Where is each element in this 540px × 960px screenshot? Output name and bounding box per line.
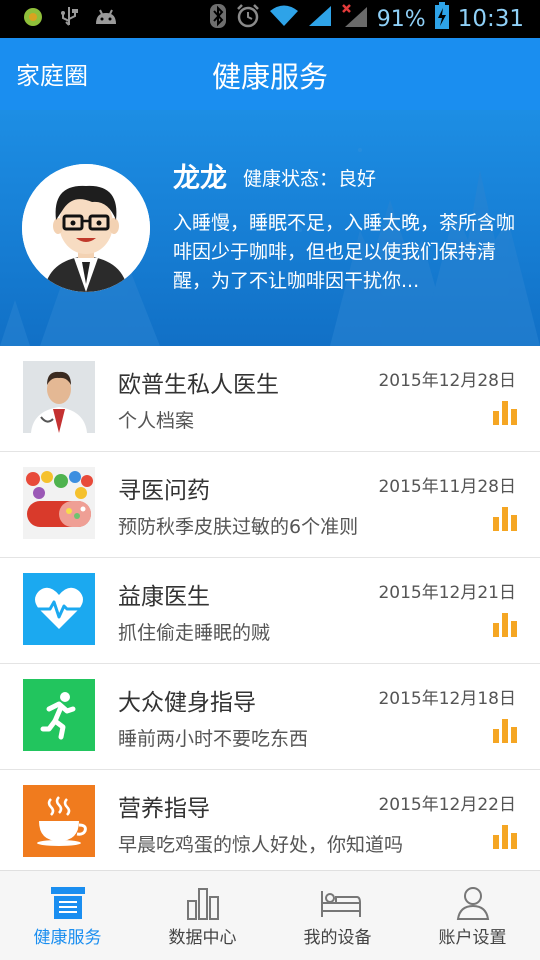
title-bar: 家庭圈 健康服务 [0,38,540,110]
tab-label: 账户设置 [438,928,507,948]
list-item-fitness-guide[interactable]: 大众健身指导 2015年12月18日 睡前两小时不要吃东西 [0,664,540,770]
bar-chart-icon[interactable] [492,401,518,425]
item-subtitle: 早晨吃鸡蛋的惊人好处，你知道吗 [118,834,404,856]
bottom-nav: 健康服务 数据中心 我的设备 账户设置 [0,870,540,960]
bed-icon [319,885,361,921]
running-man-icon [23,679,95,751]
profile-banner: 龙龙 健康状态： 良好 入睡慢，睡眠不足，入睡太晚，茶所含咖啡因少于咖啡，但也足… [0,110,540,346]
alarm-icon [235,3,261,35]
tab-label: 健康服务 [33,928,102,948]
user-avatar[interactable] [22,164,150,292]
heart-pulse-icon [23,573,95,645]
health-status-value: 良好 [338,168,377,190]
tab-my-devices[interactable]: 我的设备 [270,871,405,960]
item-subtitle: 睡前两小时不要吃东西 [118,728,309,750]
tab-label: 我的设备 [303,928,372,948]
item-date: 2015年12月21日 [378,583,516,603]
item-date: 2015年12月18日 [378,689,516,709]
health-status: 健康状态： 良好 [243,164,376,191]
pills-photo [23,467,95,539]
user-name: 龙龙 [173,163,227,194]
health-status-label: 健康状态： [243,168,339,190]
tab-health-service[interactable]: 健康服务 [0,871,135,960]
bar-chart-icon[interactable] [492,825,518,849]
item-title: 益康医生 [118,584,210,610]
page-title: 健康服务 [211,60,328,94]
tab-account-settings[interactable]: 账户设置 [405,871,540,960]
item-subtitle: 个人档案 [118,410,195,432]
item-subtitle: 预防秋季皮肤过敏的6个准则 [118,516,359,538]
service-list: 欧普生私人医生 2015年12月28日 个人档案 寻医问药 2015年11月28… [0,346,540,876]
bar-chart-icon[interactable] [492,507,518,531]
battery-percent: 91% [376,6,426,32]
bar-chart-icon[interactable] [492,719,518,743]
android-icon [94,7,118,31]
bar-chart-icon [184,885,222,921]
item-subtitle: 抓住偷走睡眠的贼 [118,622,271,644]
tab-label: 数据中心 [168,928,237,948]
bluetooth-icon [209,3,227,35]
item-date: 2015年12月28日 [378,371,516,391]
health-summary-text: 入睡慢，睡眠不足，入睡太晚，茶所含咖啡因少于咖啡，但也足以使我们保持清醒，为了不… [173,212,516,292]
usb-icon [60,6,78,32]
status-bar: 91% 10:31 [0,0,540,38]
wifi-icon [269,4,299,34]
item-title: 寻医问药 [118,478,210,504]
tab-data-center[interactable]: 数据中心 [135,871,270,960]
list-item-private-doctor[interactable]: 欧普生私人医生 2015年12月28日 个人档案 [0,346,540,452]
bar-chart-icon[interactable] [492,613,518,637]
doctor-photo [23,361,95,433]
signal-icon [307,4,333,34]
item-date: 2015年12月22日 [378,795,516,815]
list-item-seek-doctor[interactable]: 寻医问药 2015年11月28日 预防秋季皮肤过敏的6个准则 [0,452,540,558]
item-title: 营养指导 [118,796,210,822]
battery-charging-icon [434,2,450,36]
signal-no-sim-icon [341,3,369,35]
clock-time: 10:31 [457,6,524,32]
list-item-nutrition-guide[interactable]: 营养指导 2015年12月22日 早晨吃鸡蛋的惊人好处，你知道吗 [0,770,540,876]
list-box-icon [49,885,87,921]
coffee-cup-icon [23,785,95,857]
list-item-yikang-doctor[interactable]: 益康医生 2015年12月21日 抓住偷走睡眠的贼 [0,558,540,664]
item-date: 2015年11月28日 [378,477,516,497]
person-icon [454,885,492,921]
app-notification-icon [22,6,44,32]
item-title: 大众健身指导 [118,690,256,716]
item-title: 欧普生私人医生 [118,372,279,398]
